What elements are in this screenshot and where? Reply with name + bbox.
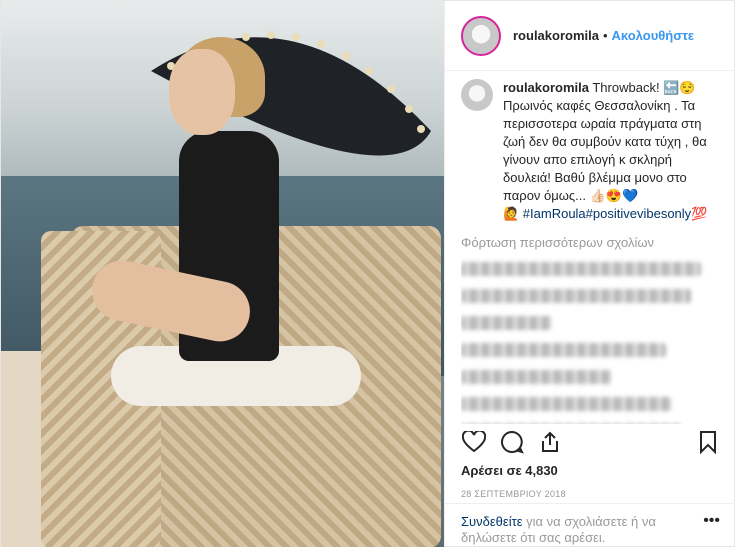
blurred-comment bbox=[461, 397, 671, 411]
caption-text: roulakoromila Throwback! 🔙😌Πρωινός καφές… bbox=[503, 79, 723, 223]
share-icon[interactable] bbox=[537, 429, 563, 455]
caption: roulakoromila Throwback! 🔙😌Πρωινός καφές… bbox=[461, 79, 723, 223]
blurred-comment bbox=[461, 289, 691, 303]
blurred-comment bbox=[461, 370, 611, 384]
login-prompt: Συνδεθείτε για να σχολιάσετε ή να δηλώσε… bbox=[461, 514, 691, 547]
login-link[interactable]: Συνδεθείτε bbox=[461, 514, 523, 529]
post-date[interactable]: 28 ΣΕΠΤΕΜΒΡΙΟΥ 2018 bbox=[461, 489, 566, 499]
separator-dot: • bbox=[602, 28, 608, 43]
action-bar bbox=[461, 427, 721, 457]
caption-avatar[interactable] bbox=[461, 79, 493, 111]
comments-area: roulakoromila Throwback! 🔙😌Πρωινός καφές… bbox=[461, 79, 723, 424]
follow-button[interactable]: Ακολουθήστε bbox=[612, 28, 695, 43]
avatar[interactable] bbox=[461, 15, 501, 56]
bookmark-icon[interactable] bbox=[695, 429, 721, 455]
more-options-icon[interactable]: ••• bbox=[703, 513, 720, 547]
caption-username[interactable]: roulakoromila bbox=[503, 80, 589, 95]
post-side-panel: roulakoromila • Ακολουθήστε roulakoromil… bbox=[444, 1, 735, 547]
likes-count[interactable]: Αρέσει σε 4,830 bbox=[461, 463, 558, 478]
blurred-comment bbox=[461, 316, 551, 330]
post-photo[interactable] bbox=[1, 1, 444, 547]
post-header: roulakoromila • Ακολουθήστε bbox=[445, 1, 735, 71]
blurred-comment bbox=[461, 343, 666, 357]
comment-icon[interactable] bbox=[499, 429, 525, 455]
login-footer: Συνδεθείτε για να σχολιάσετε ή να δηλώσε… bbox=[445, 503, 735, 547]
photo-face bbox=[169, 49, 235, 135]
username-link[interactable]: roulakoromila bbox=[513, 28, 599, 43]
caption-body: Throwback! 🔙😌Πρωινός καφές Θεσσαλονίκη .… bbox=[503, 80, 707, 203]
blurred-comment bbox=[461, 262, 701, 276]
caption-hashtags[interactable]: 🙋 #IamRoula#positivevibesonly💯 bbox=[503, 206, 707, 221]
instagram-post: roulakoromila • Ακολουθήστε roulakoromil… bbox=[0, 0, 735, 547]
heart-icon[interactable] bbox=[461, 429, 487, 455]
load-more-comments[interactable]: Φόρτωση περισσότερων σχολίων bbox=[461, 235, 723, 250]
